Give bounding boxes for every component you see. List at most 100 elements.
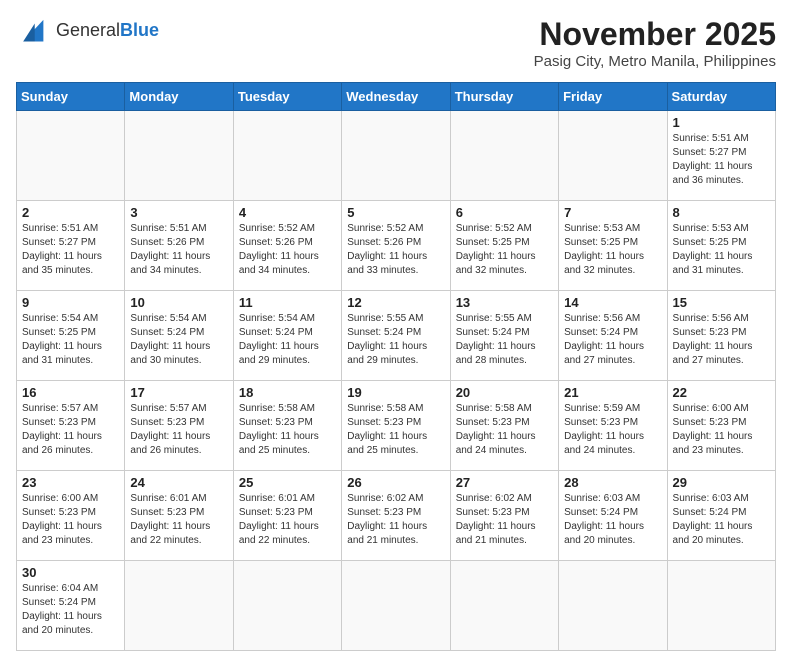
calendar-cell: 13Sunrise: 5:55 AM Sunset: 5:24 PM Dayli… <box>450 291 558 381</box>
calendar-cell: 14 Sunrise: 5:56 AM Sunset: 5:24 PM Dayli… <box>559 291 667 381</box>
day-info: Sunrise: 5:56 AM Sunset: 5:23 PM Dayligh… <box>673 312 770 368</box>
day-number: 18 <box>239 385 336 400</box>
calendar-cell: 22 Sunrise: 6:00 AM Sunset: 5:23 PM Dayli… <box>667 381 775 471</box>
calendar-table: SundayMondayTuesdayWednesdayThursdayFrid… <box>16 82 776 651</box>
title-section: November 2025 Pasig City, Metro Manila, … <box>534 16 776 70</box>
calendar-cell <box>559 111 667 201</box>
calendar-cell: 11 Sunrise: 5:54 AM Sunset: 5:24 PM Dayli… <box>233 291 341 381</box>
weekday-header-saturday: Saturday <box>667 83 775 111</box>
day-number: 19 <box>347 385 444 400</box>
day-info: Sunrise: 5:51 AM Sunset: 5:27 PM Dayligh… <box>673 132 770 188</box>
day-number: 10 <box>130 295 227 310</box>
calendar-cell <box>125 561 233 651</box>
day-info: Sunrise: 5:58 AM Sunset: 5:23 PM Dayligh… <box>239 402 336 458</box>
day-info: Sunrise: 5:52 AM Sunset: 5:25 PM Dayligh… <box>456 222 553 278</box>
weekday-header-thursday: Thursday <box>450 83 558 111</box>
day-number: 11 <box>239 295 336 310</box>
calendar-cell <box>17 111 125 201</box>
page-header: GeneralBlue November 2025 Pasig City, Me… <box>16 16 776 70</box>
logo: GeneralBlue <box>16 16 159 44</box>
day-number: 16 <box>22 385 119 400</box>
week-row-3: 9Sunrise: 5:54 AM Sunset: 5:25 PM Daylig… <box>17 291 776 381</box>
day-info: Sunrise: 5:58 AM Sunset: 5:23 PM Dayligh… <box>456 402 553 458</box>
day-info: Sunrise: 5:57 AM Sunset: 5:23 PM Dayligh… <box>130 402 227 458</box>
day-number: 22 <box>673 385 770 400</box>
day-info: Sunrise: 5:57 AM Sunset: 5:23 PM Dayligh… <box>22 402 119 458</box>
logo-icon <box>16 16 52 44</box>
day-number: 26 <box>347 475 444 490</box>
calendar-cell: 28 Sunrise: 6:03 AM Sunset: 5:24 PM Dayli… <box>559 471 667 561</box>
day-number: 20 <box>456 385 553 400</box>
calendar-cell <box>233 111 341 201</box>
day-info: Sunrise: 6:00 AM Sunset: 5:23 PM Dayligh… <box>22 492 119 548</box>
day-info: Sunrise: 6:02 AM Sunset: 5:23 PM Dayligh… <box>456 492 553 548</box>
calendar-cell: 10 Sunrise: 5:54 AM Sunset: 5:24 PM Dayli… <box>125 291 233 381</box>
day-info: Sunrise: 6:03 AM Sunset: 5:24 PM Dayligh… <box>673 492 770 548</box>
day-info: Sunrise: 5:52 AM Sunset: 5:26 PM Dayligh… <box>347 222 444 278</box>
day-info: Sunrise: 5:53 AM Sunset: 5:25 PM Dayligh… <box>564 222 661 278</box>
day-info: Sunrise: 5:55 AM Sunset: 5:24 PM Dayligh… <box>347 312 444 368</box>
weekday-header-wednesday: Wednesday <box>342 83 450 111</box>
day-info: Sunrise: 5:54 AM Sunset: 5:24 PM Dayligh… <box>239 312 336 368</box>
calendar-cell <box>342 111 450 201</box>
week-row-4: 16 Sunrise: 5:57 AM Sunset: 5:23 PM Dayli… <box>17 381 776 471</box>
week-row-5: 23 Sunrise: 6:00 AM Sunset: 5:23 PM Dayli… <box>17 471 776 561</box>
day-info: Sunrise: 5:54 AM Sunset: 5:24 PM Dayligh… <box>130 312 227 368</box>
day-info: Sunrise: 5:58 AM Sunset: 5:23 PM Dayligh… <box>347 402 444 458</box>
calendar-cell: 8 Sunrise: 5:53 AM Sunset: 5:25 PM Daylig… <box>667 201 775 291</box>
day-info: Sunrise: 5:51 AM Sunset: 5:27 PM Dayligh… <box>22 222 119 278</box>
calendar-cell: 16 Sunrise: 5:57 AM Sunset: 5:23 PM Dayli… <box>17 381 125 471</box>
calendar-cell: 6 Sunrise: 5:52 AM Sunset: 5:25 PM Daylig… <box>450 201 558 291</box>
calendar-cell: 20 Sunrise: 5:58 AM Sunset: 5:23 PM Dayli… <box>450 381 558 471</box>
day-number: 14 <box>564 295 661 310</box>
day-number: 15 <box>673 295 770 310</box>
calendar-cell <box>342 561 450 651</box>
calendar-cell <box>233 561 341 651</box>
calendar-cell: 3 Sunrise: 5:51 AM Sunset: 5:26 PM Daylig… <box>125 201 233 291</box>
weekday-header-monday: Monday <box>125 83 233 111</box>
calendar-cell <box>125 111 233 201</box>
weekday-header-friday: Friday <box>559 83 667 111</box>
calendar-cell <box>559 561 667 651</box>
calendar-cell: 19 Sunrise: 5:58 AM Sunset: 5:23 PM Dayli… <box>342 381 450 471</box>
day-number: 28 <box>564 475 661 490</box>
calendar-cell <box>450 561 558 651</box>
day-number: 25 <box>239 475 336 490</box>
calendar-cell: 30Sunrise: 6:04 AM Sunset: 5:24 PM Dayli… <box>17 561 125 651</box>
day-number: 3 <box>130 205 227 220</box>
calendar-cell: 1Sunrise: 5:51 AM Sunset: 5:27 PM Daylig… <box>667 111 775 201</box>
day-info: Sunrise: 6:03 AM Sunset: 5:24 PM Dayligh… <box>564 492 661 548</box>
calendar-cell: 21Sunrise: 5:59 AM Sunset: 5:23 PM Dayli… <box>559 381 667 471</box>
week-row-1: 1Sunrise: 5:51 AM Sunset: 5:27 PM Daylig… <box>17 111 776 201</box>
day-number: 9 <box>22 295 119 310</box>
day-number: 23 <box>22 475 119 490</box>
weekday-header-row: SundayMondayTuesdayWednesdayThursdayFrid… <box>17 83 776 111</box>
day-number: 24 <box>130 475 227 490</box>
calendar-cell: 24 Sunrise: 6:01 AM Sunset: 5:23 PM Dayli… <box>125 471 233 561</box>
calendar-cell: 29 Sunrise: 6:03 AM Sunset: 5:24 PM Dayli… <box>667 471 775 561</box>
calendar-cell: 18 Sunrise: 5:58 AM Sunset: 5:23 PM Dayli… <box>233 381 341 471</box>
day-number: 27 <box>456 475 553 490</box>
location-subtitle: Pasig City, Metro Manila, Philippines <box>534 53 776 70</box>
day-number: 7 <box>564 205 661 220</box>
day-number: 12 <box>347 295 444 310</box>
day-number: 8 <box>673 205 770 220</box>
day-info: Sunrise: 5:51 AM Sunset: 5:26 PM Dayligh… <box>130 222 227 278</box>
day-info: Sunrise: 6:02 AM Sunset: 5:23 PM Dayligh… <box>347 492 444 548</box>
day-info: Sunrise: 5:53 AM Sunset: 5:25 PM Dayligh… <box>673 222 770 278</box>
day-number: 17 <box>130 385 227 400</box>
calendar-cell <box>667 561 775 651</box>
calendar-cell: 5 Sunrise: 5:52 AM Sunset: 5:26 PM Daylig… <box>342 201 450 291</box>
weekday-header-sunday: Sunday <box>17 83 125 111</box>
day-number: 5 <box>347 205 444 220</box>
month-title: November 2025 <box>534 16 776 53</box>
calendar-cell: 23 Sunrise: 6:00 AM Sunset: 5:23 PM Dayli… <box>17 471 125 561</box>
day-number: 6 <box>456 205 553 220</box>
day-info: Sunrise: 5:59 AM Sunset: 5:23 PM Dayligh… <box>564 402 661 458</box>
day-number: 29 <box>673 475 770 490</box>
day-info: Sunrise: 5:56 AM Sunset: 5:24 PM Dayligh… <box>564 312 661 368</box>
day-info: Sunrise: 6:00 AM Sunset: 5:23 PM Dayligh… <box>673 402 770 458</box>
weekday-header-tuesday: Tuesday <box>233 83 341 111</box>
day-info: Sunrise: 6:01 AM Sunset: 5:23 PM Dayligh… <box>130 492 227 548</box>
day-info: Sunrise: 6:01 AM Sunset: 5:23 PM Dayligh… <box>239 492 336 548</box>
